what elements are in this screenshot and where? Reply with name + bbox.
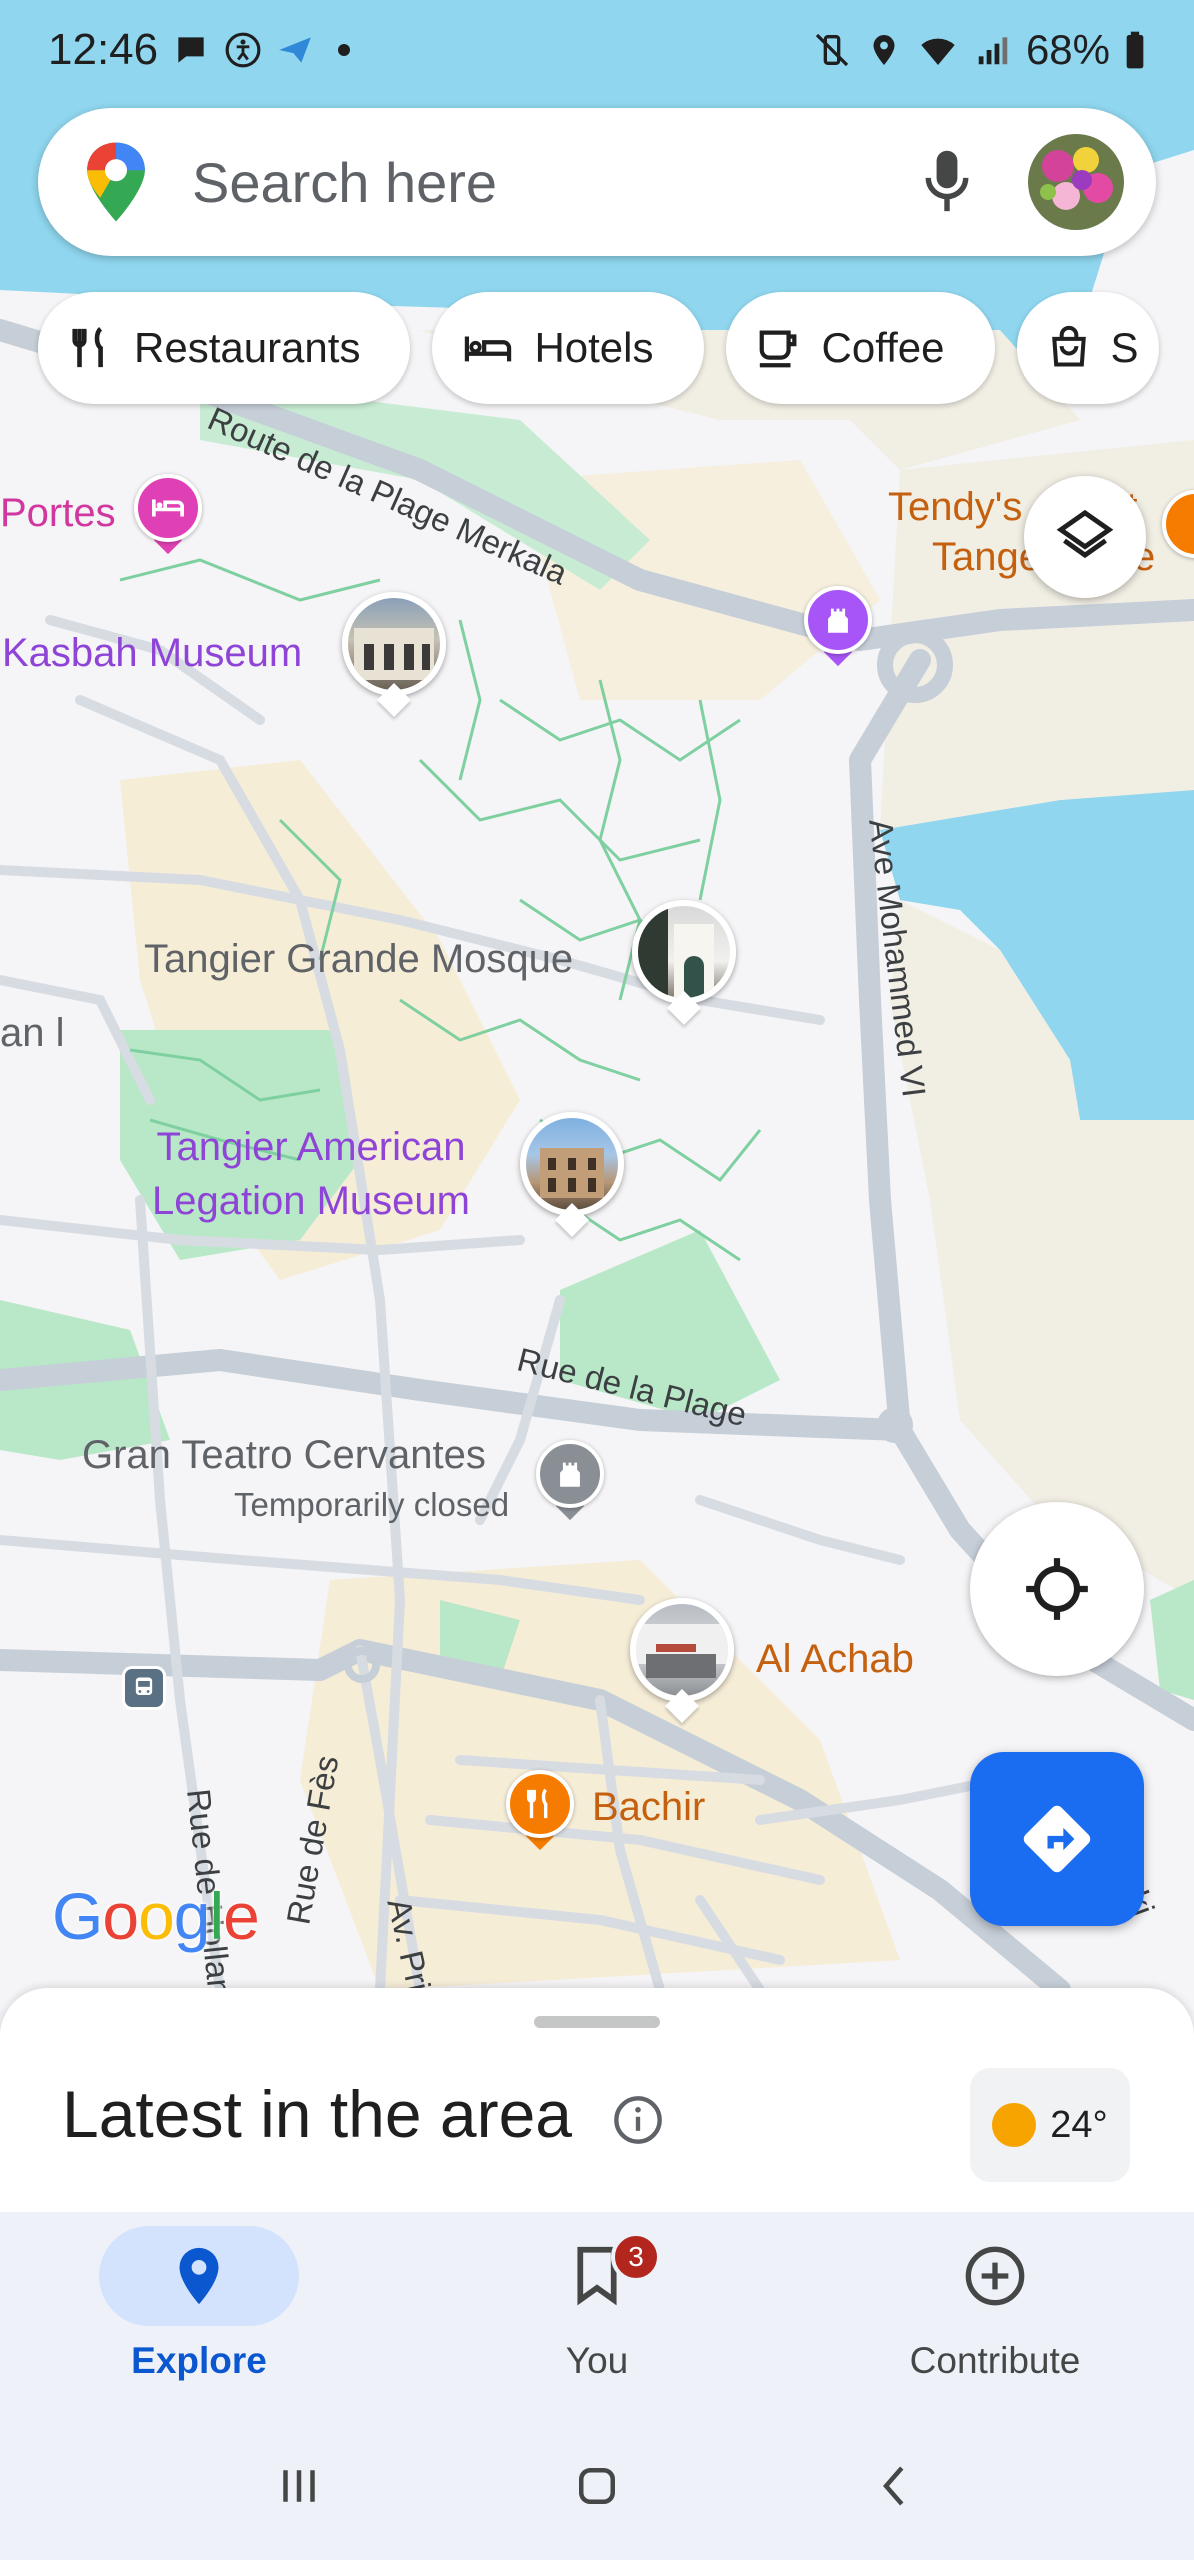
tendys-line-1: Tendy's xyxy=(888,485,1023,529)
sheet-drag-handle[interactable] xyxy=(534,2016,660,2028)
status-time: 12:46 xyxy=(48,25,159,74)
temperature: 24° xyxy=(1050,2103,1108,2146)
bottom-navigation: Explore 3 You Contribute xyxy=(0,2212,1194,2412)
plane-icon xyxy=(279,37,311,63)
nav-explore-label: Explore xyxy=(131,2340,267,2381)
home-icon[interactable] xyxy=(570,2459,624,2513)
fork-knife-icon xyxy=(72,327,103,368)
place-label-portes[interactable]: Portes xyxy=(0,490,116,536)
back-icon[interactable] xyxy=(868,2459,922,2513)
place-label-teatro-cervantes[interactable]: Gran Teatro Cervantes xyxy=(82,1432,486,1478)
notification-dot-icon xyxy=(338,44,351,56)
add-circle-icon xyxy=(965,2246,1025,2306)
place-status-teatro: Temporarily closed xyxy=(234,1486,510,1523)
photo-pin-mosque[interactable] xyxy=(632,900,736,1025)
landmark-pin-purple[interactable] xyxy=(804,586,872,667)
search-bar[interactable]: Search here xyxy=(38,108,1156,256)
restaurant-pin-bachir[interactable] xyxy=(506,1770,574,1851)
nav-contribute[interactable]: Contribute xyxy=(796,2212,1194,2412)
castle-icon xyxy=(560,1462,580,1487)
signal-icon xyxy=(978,37,1008,65)
bus-stop-icon[interactable] xyxy=(122,1666,166,1710)
weather-chip[interactable]: 24° xyxy=(970,2068,1130,2182)
fork-knife-icon xyxy=(526,1788,548,1819)
nav-you[interactable]: 3 You xyxy=(398,2212,796,2412)
place-label-bachir[interactable]: Bachir xyxy=(592,1784,705,1830)
layers-icon xyxy=(1056,509,1114,559)
accessibility-icon xyxy=(225,32,261,68)
place-label-partial-left: an l xyxy=(0,1011,65,1055)
chip-label: Hotels xyxy=(534,324,654,371)
google-logo: Google xyxy=(52,1879,260,1953)
directions-icon xyxy=(1023,1805,1091,1873)
nav-explore[interactable]: Explore xyxy=(0,2212,398,2412)
chip-label: S xyxy=(1110,324,1139,371)
chip-hotels[interactable]: Hotels xyxy=(432,292,704,404)
directions-button[interactable] xyxy=(970,1752,1144,1926)
castle-icon xyxy=(828,608,848,633)
chip-label: Restaurants xyxy=(134,324,361,371)
maps-pin-logo-icon xyxy=(87,142,145,222)
sheet-title: Latest in the area xyxy=(62,2076,664,2152)
chip-label: Coffee xyxy=(821,324,945,371)
status-bar: 12:46 68% xyxy=(0,0,1194,100)
hotel-pin[interactable] xyxy=(134,474,202,555)
layers-button[interactable] xyxy=(1024,476,1146,598)
info-icon[interactable] xyxy=(612,2094,664,2146)
photo-pin-al-achab[interactable] xyxy=(630,1598,734,1723)
sun-icon xyxy=(992,2103,1037,2147)
avatar[interactable] xyxy=(1028,134,1124,230)
place-label-legation-museum[interactable]: Tangier American Legation Museum xyxy=(152,1120,470,1228)
landmark-pin-gray[interactable] xyxy=(536,1440,604,1521)
sheet-title-text: Latest in the area xyxy=(62,2077,573,2151)
place-label-grande-mosque[interactable]: Tangier Grande Mosque xyxy=(144,936,573,982)
battery-icon xyxy=(1126,31,1144,69)
nav-contribute-label: Contribute xyxy=(909,2340,1081,2381)
my-location-button[interactable] xyxy=(970,1502,1144,1676)
category-chips: Restaurants Hotels Coffee S xyxy=(38,292,1159,404)
bottom-sheet[interactable]: Latest in the area 24° xyxy=(0,1988,1194,2212)
microphone-icon[interactable] xyxy=(922,146,972,218)
search-input[interactable]: Search here xyxy=(192,150,922,215)
nav-you-label: You xyxy=(565,2340,629,2381)
photo-pin-kasbah[interactable] xyxy=(342,592,446,717)
coffee-cup-icon xyxy=(759,330,796,368)
crosshair-icon xyxy=(1026,1558,1088,1620)
bed-icon xyxy=(151,499,185,517)
photo-pin-legation[interactable] xyxy=(520,1112,624,1237)
wifi-icon xyxy=(921,38,955,65)
location-pin-icon xyxy=(179,2247,219,2305)
chip-shopping[interactable]: S xyxy=(1016,292,1159,404)
bed-icon xyxy=(465,336,512,362)
legation-line-1: Tangier American xyxy=(156,1125,466,1169)
battery-percent: 68% xyxy=(1025,26,1110,73)
location-icon xyxy=(873,35,895,65)
restaurant-pin-edge[interactable] xyxy=(1162,490,1194,568)
chip-restaurants[interactable]: Restaurants xyxy=(38,292,411,404)
notification-badge: 3 xyxy=(611,2232,661,2282)
legation-line-2: Legation Museum xyxy=(152,1179,470,1223)
shopping-bag-icon xyxy=(1051,325,1086,367)
chat-bubble-icon xyxy=(178,37,204,63)
place-label-kasbah-museum[interactable]: Kasbah Museum xyxy=(2,630,302,676)
chip-coffee[interactable]: Coffee xyxy=(725,292,995,404)
recent-apps-icon[interactable] xyxy=(272,2459,326,2513)
system-navigation-bar xyxy=(0,2412,1194,2560)
vibrate-mute-icon xyxy=(815,33,849,67)
place-label-al-achab[interactable]: Al Achab xyxy=(756,1636,914,1682)
